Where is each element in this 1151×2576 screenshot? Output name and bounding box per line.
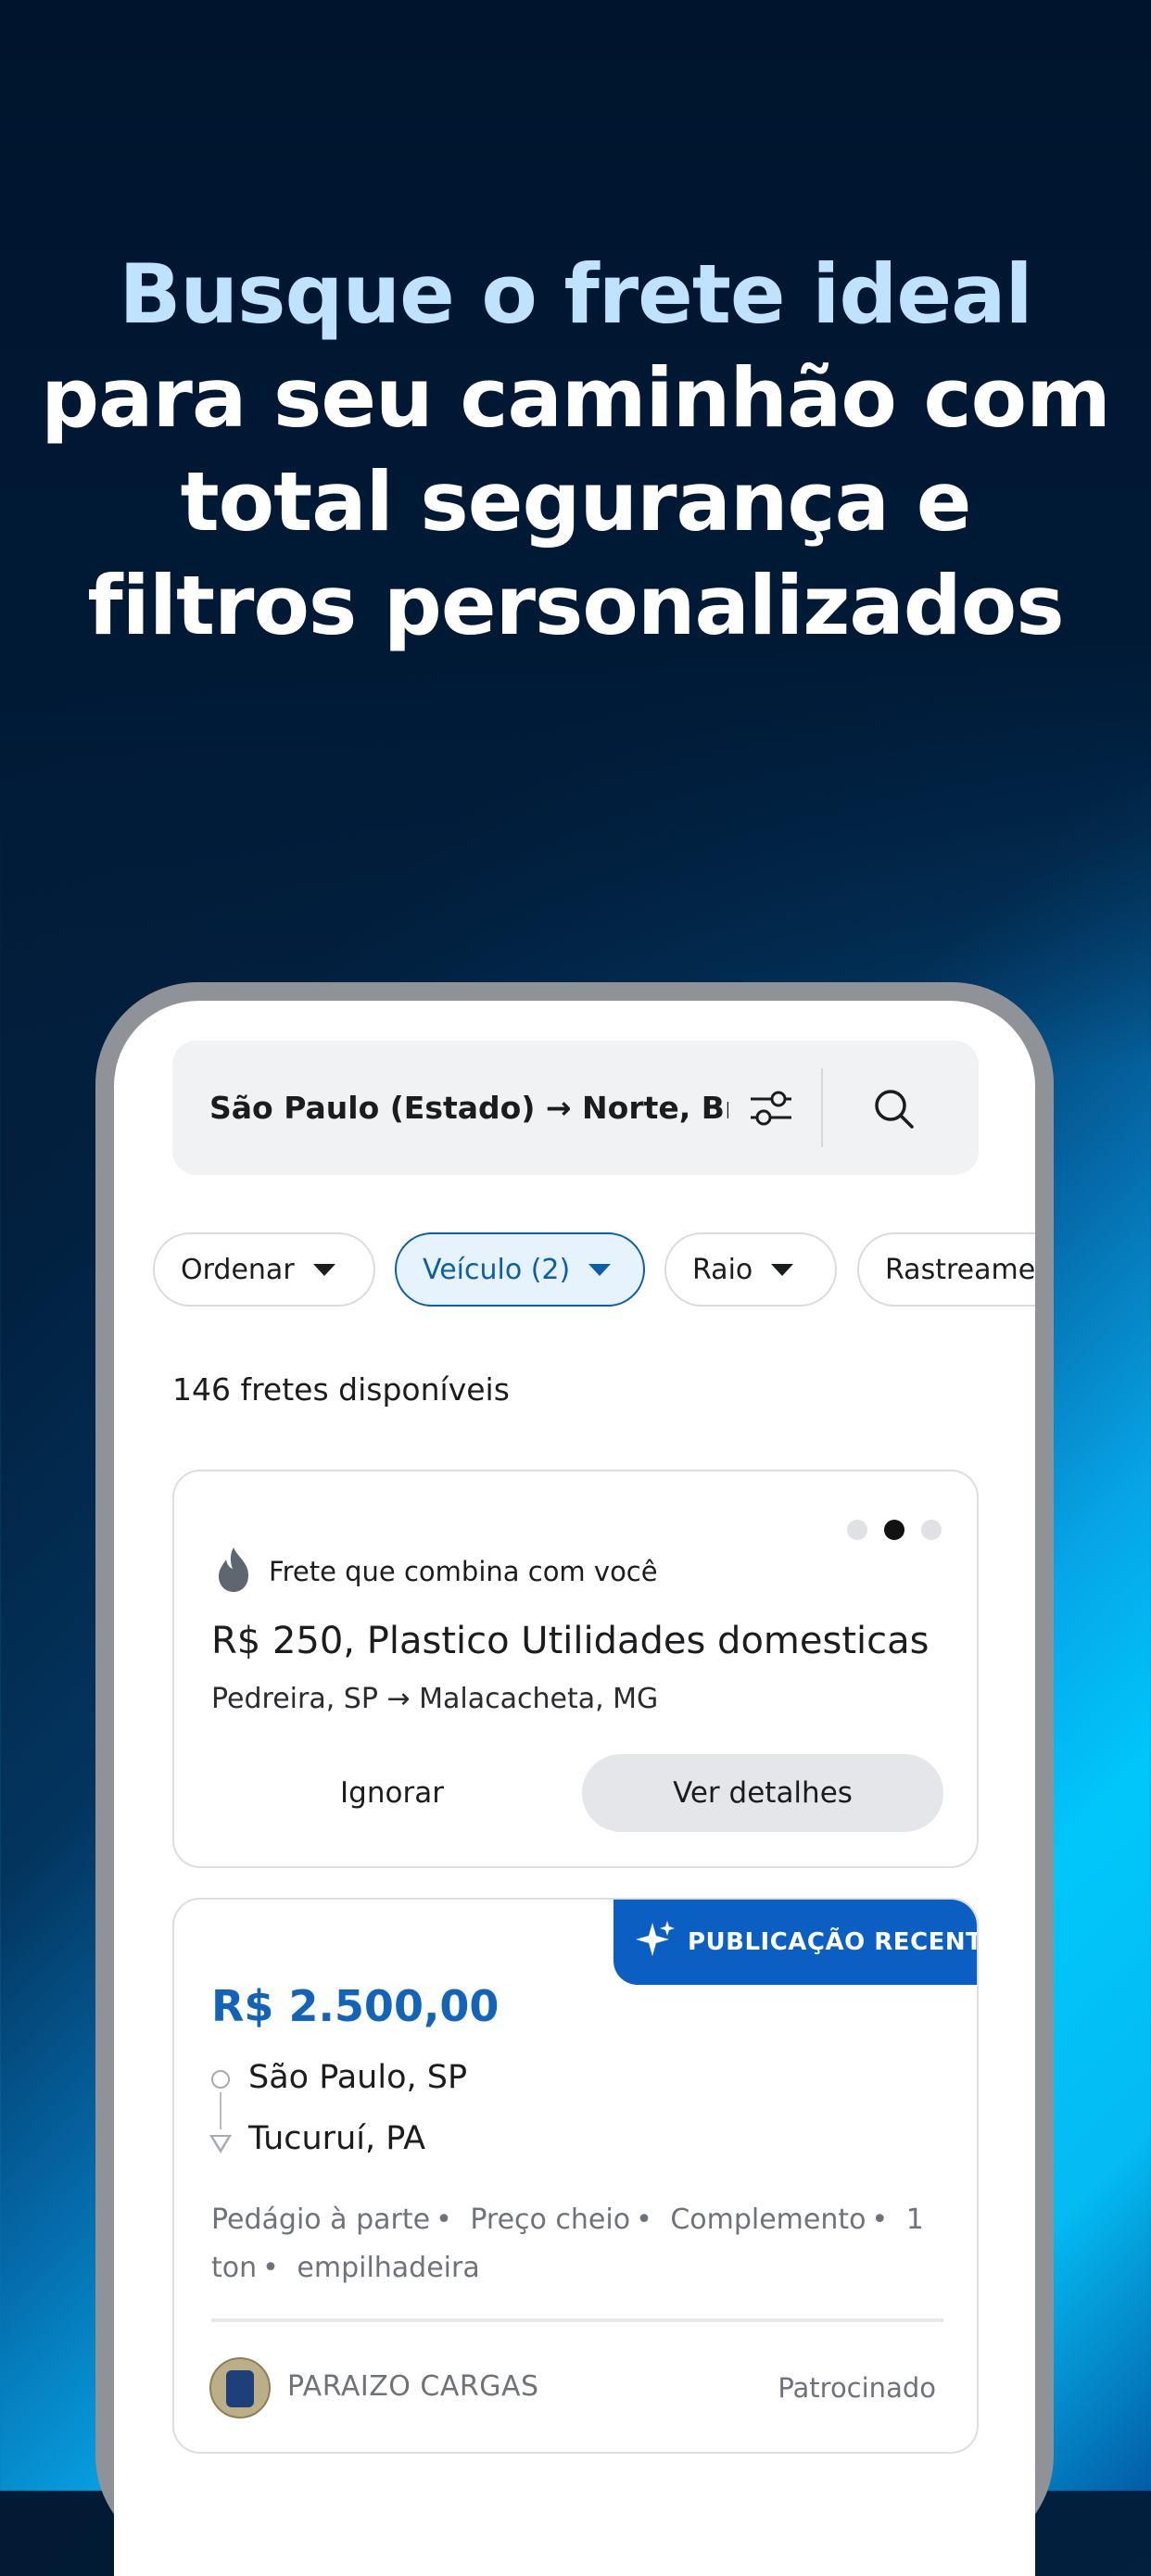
destination-triangle-icon: [209, 2135, 232, 2153]
route-line: [220, 2092, 221, 2129]
headline-highlight: Busque o frete ideal: [119, 246, 1032, 342]
flame-icon: [211, 1546, 256, 1597]
origin-city: São Paulo, SP: [248, 2059, 468, 2096]
freight-card[interactable]: PUBLICAÇÃO RECENTE R$ 2.500,00 São Paulo…: [172, 1898, 979, 2454]
company-name[interactable]: PARAIZO CARGAS: [287, 2370, 539, 2403]
chip-raio[interactable]: Raio: [664, 1232, 837, 1307]
search-divider: [821, 1068, 823, 1147]
pager-dot[interactable]: [921, 1520, 942, 1540]
recent-badge-text: PUBLICAÇÃO RECENTE: [688, 1928, 979, 1956]
results-count: 146 fretes disponíveis: [172, 1371, 510, 1408]
tag: Complemento: [670, 2203, 866, 2236]
card-divider: [211, 2318, 943, 2322]
match-tag-text: Frete que combina com você: [269, 1556, 658, 1587]
pager-dot[interactable]: [847, 1520, 867, 1540]
carousel-pager: [847, 1520, 942, 1540]
match-tag: Frete que combina com você: [211, 1546, 658, 1597]
match-card[interactable]: Frete que combina com você R$ 250, Plast…: [172, 1470, 979, 1868]
sparkle-icon: [634, 1919, 677, 1965]
details-button[interactable]: Ver detalhes: [582, 1754, 943, 1832]
search-icon[interactable]: [868, 1083, 920, 1135]
freight-price: R$ 2.500,00: [211, 1981, 500, 2031]
match-route: Pedreira, SP → Malacacheta, MG: [211, 1683, 659, 1715]
match-title: R$ 250, Plastico Utilidades domesticas: [211, 1620, 930, 1662]
chip-label: Veículo (2): [423, 1253, 571, 1286]
chip-veiculo[interactable]: Veículo (2): [395, 1232, 645, 1307]
chip-rastreamento[interactable]: Rastreamen: [857, 1232, 1035, 1307]
sliders-icon[interactable]: [745, 1082, 797, 1134]
sponsored-label: Patrocinado: [778, 2372, 936, 2404]
chip-label: Ordenar: [181, 1253, 295, 1286]
tag: empilhadeira: [297, 2252, 480, 2284]
ignore-button[interactable]: Ignorar: [211, 1754, 573, 1832]
filter-chips: Ordenar Veículo (2) Raio Rastreamen: [153, 1232, 1035, 1310]
caret-down-icon: [771, 1263, 794, 1276]
recent-badge: PUBLICAÇÃO RECENTE: [613, 1900, 977, 1985]
chip-label: Rastreamen: [885, 1253, 1035, 1286]
caret-down-icon: [588, 1263, 612, 1276]
destination-city: Tucuruí, PA: [248, 2120, 426, 2157]
origin-circle-icon: [211, 2070, 230, 2089]
headline-rest: para seu caminhão com total segurança e …: [41, 350, 1111, 653]
caret-down-icon: [312, 1263, 335, 1276]
freight-tags: Pedágio à parte • Preço cheio • Complement…: [211, 2203, 924, 2284]
phone-screen: São Paulo (Estado) → Norte, Br... Ordena…: [114, 1001, 1035, 2576]
chip-label: Raio: [692, 1253, 753, 1286]
tag: Pedágio à parte: [211, 2203, 431, 2236]
pager-dot-active[interactable]: [884, 1520, 904, 1540]
chip-ordenar[interactable]: Ordenar: [153, 1232, 375, 1307]
truck-icon: [226, 2370, 254, 2407]
tag: Preço cheio: [470, 2203, 631, 2236]
company-avatar[interactable]: [209, 2357, 271, 2418]
search-bar[interactable]: São Paulo (Estado) → Norte, Br...: [172, 1041, 979, 1175]
promo-headline: Busque o frete ideal para seu caminhão c…: [37, 243, 1114, 658]
search-query[interactable]: São Paulo (Estado) → Norte, Br...: [209, 1090, 728, 1126]
